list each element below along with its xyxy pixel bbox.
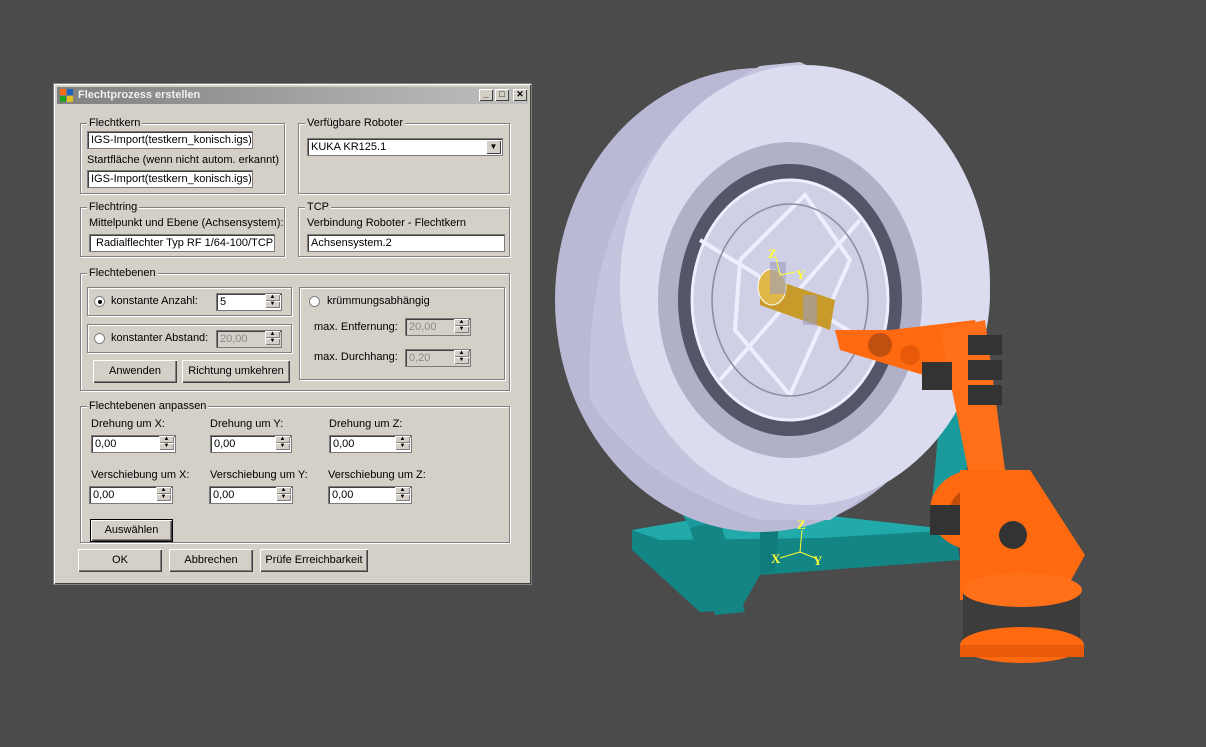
startflaeche-field[interactable]: IGS-Import(testkern_konisch.igs).1: [87, 170, 253, 188]
kruemmung-box: krümmungsabhängig max. Entfernung: 20,00…: [299, 287, 505, 380]
group-flechtkern: Flechtkern IGS-Import(testkern_konisch.i…: [80, 117, 285, 194]
stepper-value: 20,00: [220, 333, 248, 345]
stepper-value: 0,00: [332, 489, 354, 501]
verschiebung-x-stepper[interactable]: 0,00 ▲ ▼: [89, 486, 173, 504]
tcp-verbindung-label: Verbindung Roboter - Flechtkern: [307, 217, 466, 229]
spin-buttons[interactable]: ▲ ▼: [265, 331, 280, 347]
abbrechen-button[interactable]: Abbrechen: [169, 549, 253, 572]
spin-buttons[interactable]: ▲ ▼: [265, 294, 280, 310]
flechtprozess-dialog: Flechtprozess erstellen _ □ ✕ Flechtkern…: [53, 83, 532, 585]
flechtkern-field[interactable]: IGS-Import(testkern_konisch.igs).1: [87, 131, 253, 149]
flechtring-field[interactable]: Radialflechter Typ RF 1/64-100/TCP: [89, 234, 275, 252]
konstante-anzahl-box: konstante Anzahl: 5 ▲ ▼: [87, 287, 292, 316]
group-label: TCP: [305, 201, 331, 213]
max-durchhang-label: max. Durchhang:: [314, 351, 398, 363]
svg-text:Z: Z: [797, 517, 806, 532]
group-label: Flechtkern: [87, 117, 143, 129]
verschiebung-z-stepper[interactable]: 0,00 ▲ ▼: [328, 486, 412, 504]
stepper-value: 20,00: [409, 321, 437, 333]
drehung-x-stepper[interactable]: 0,00 ▲ ▼: [91, 435, 176, 453]
drehung-z-stepper[interactable]: 0,00 ▲ ▼: [329, 435, 412, 453]
stepper-value: 0,00: [213, 489, 235, 501]
maximize-button[interactable]: □: [495, 89, 509, 101]
group-label: Flechtebenen: [87, 267, 158, 279]
anwenden-button[interactable]: Anwenden: [93, 360, 177, 383]
drehung-z-label: Drehung um Z:: [329, 418, 403, 430]
verschiebung-z-label: Verschiebung um Z:: [328, 469, 426, 481]
stepper-value: 0,00: [93, 489, 115, 501]
drehung-y-stepper[interactable]: 0,00 ▲ ▼: [210, 435, 292, 453]
group-label: Flechtebenen anpassen: [87, 400, 209, 412]
konstante-anzahl-label: konstante Anzahl:: [111, 295, 198, 307]
kruemmung-label: krümmungsabhängig: [327, 295, 430, 307]
group-flechtebenen-anpassen: Flechtebenen anpassen Drehung um X: Dreh…: [80, 400, 510, 543]
group-flechtebenen: Flechtebenen konstante Anzahl: 5 ▲ ▼ kons…: [80, 267, 510, 391]
spin-buttons[interactable]: ▲ ▼: [159, 436, 174, 452]
stepper-value: 0,00: [214, 438, 236, 450]
konstante-anzahl-radio[interactable]: [94, 296, 105, 307]
svg-text:Y: Y: [796, 267, 806, 282]
konstanter-abstand-radio[interactable]: [94, 333, 105, 344]
group-label: Flechtring: [87, 201, 140, 213]
group-roboter: Verfügbare Roboter KUKA KR125.1 ▼: [298, 117, 510, 194]
svg-text:Z: Z: [768, 246, 777, 261]
drehung-x-label: Drehung um X:: [91, 418, 165, 430]
verschiebung-x-label: Verschiebung um X:: [91, 469, 190, 481]
konstante-anzahl-stepper[interactable]: 5 ▲ ▼: [216, 293, 282, 311]
roboter-select[interactable]: KUKA KR125.1 ▼: [307, 138, 503, 156]
dialog-titlebar[interactable]: Flechtprozess erstellen _ □ ✕: [57, 87, 528, 104]
stepper-value: 0,00: [95, 438, 117, 450]
svg-text:X: X: [771, 551, 781, 566]
spin-buttons[interactable]: ▲ ▼: [395, 487, 410, 503]
group-tcp: TCP Verbindung Roboter - Flechtkern Achs…: [298, 201, 510, 257]
chevron-down-icon[interactable]: ▼: [486, 140, 501, 154]
verschiebung-y-stepper[interactable]: 0,00 ▲ ▼: [209, 486, 293, 504]
close-button[interactable]: ✕: [513, 89, 527, 101]
konstanter-abstand-stepper[interactable]: 20,00 ▲ ▼: [216, 330, 282, 348]
minimize-button[interactable]: _: [479, 89, 493, 101]
konstanter-abstand-box: konstanter Abstand: 20,00 ▲ ▼: [87, 324, 292, 353]
group-flechtring: Flechtring Mittelpunkt und Ebene (Achsen…: [80, 201, 285, 257]
verschiebung-y-label: Verschiebung um Y:: [210, 469, 308, 481]
stepper-value: 0,20: [409, 352, 431, 364]
konstanter-abstand-label: konstanter Abstand:: [111, 332, 209, 344]
spin-buttons[interactable]: ▲ ▼: [276, 487, 291, 503]
stepper-value: 0,00: [333, 438, 355, 450]
mittelpunkt-label: Mittelpunkt und Ebene (Achsensystem):: [89, 217, 284, 229]
spin-buttons[interactable]: ▲ ▼: [395, 436, 410, 452]
pruefe-erreichbarkeit-button[interactable]: Prüfe Erreichbarkeit: [260, 549, 368, 572]
drehung-y-label: Drehung um Y:: [210, 418, 284, 430]
dialog-title: Flechtprozess erstellen: [78, 89, 201, 101]
ok-button[interactable]: OK: [78, 549, 162, 572]
auswaehlen-button[interactable]: Auswählen: [90, 519, 173, 542]
svg-text:Y: Y: [813, 553, 823, 568]
startflaeche-label: Startfläche (wenn nicht autom. erkannt): [87, 154, 279, 166]
app-icon: [60, 89, 73, 102]
tcp-field[interactable]: Achsensystem.2: [307, 234, 505, 252]
spin-buttons[interactable]: ▲ ▼: [454, 319, 469, 335]
roboter-selected: KUKA KR125.1: [311, 141, 387, 153]
spin-buttons[interactable]: ▲ ▼: [275, 436, 290, 452]
max-entfernung-label: max. Entfernung:: [314, 321, 398, 333]
stepper-value: 5: [220, 296, 227, 308]
max-entfernung-stepper[interactable]: 20,00 ▲ ▼: [405, 318, 471, 336]
kruemmung-radio[interactable]: [309, 296, 320, 307]
spin-buttons[interactable]: ▲ ▼: [454, 350, 469, 366]
spin-buttons[interactable]: ▲ ▼: [156, 487, 171, 503]
richtung-umkehren-button[interactable]: Richtung umkehren: [182, 360, 290, 383]
max-durchhang-stepper[interactable]: 0,20 ▲ ▼: [405, 349, 471, 367]
group-label: Verfügbare Roboter: [305, 117, 406, 129]
